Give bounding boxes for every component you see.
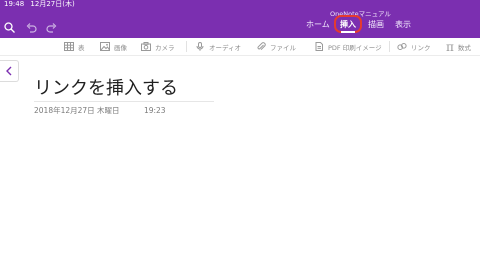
insert-camera-label: カメラ bbox=[155, 43, 175, 52]
camera-icon bbox=[141, 42, 151, 51]
insert-math-button[interactable]: π 数式 bbox=[446, 38, 471, 55]
back-button[interactable] bbox=[0, 60, 19, 82]
insert-image-button[interactable]: 画像 bbox=[100, 38, 127, 55]
page-date: 2018年12月27日 木曜日 bbox=[34, 106, 120, 115]
redo-icon[interactable] bbox=[46, 18, 57, 37]
status-date: 12月27日(木) bbox=[30, 0, 75, 8]
insert-math-label: 数式 bbox=[457, 43, 471, 52]
insert-file-label: ファイル bbox=[270, 43, 296, 52]
pi-icon: π bbox=[446, 39, 454, 54]
insert-audio-button[interactable]: オーディオ bbox=[195, 38, 241, 55]
page-title[interactable]: リンクを挿入する bbox=[34, 74, 178, 100]
document-icon bbox=[315, 42, 323, 51]
tab-home[interactable]: ホーム bbox=[306, 19, 330, 30]
table-icon bbox=[64, 42, 74, 51]
status-time: 19:48 bbox=[4, 0, 25, 8]
image-icon bbox=[100, 42, 110, 51]
chevron-left-icon bbox=[6, 66, 12, 76]
insert-table-label: 表 bbox=[78, 43, 85, 52]
search-icon[interactable] bbox=[4, 18, 15, 37]
toolbar-divider bbox=[389, 41, 390, 52]
insert-pdf-printout-button[interactable]: PDF 印刷イメージ bbox=[314, 38, 382, 55]
insert-link-label: リンク bbox=[411, 43, 431, 52]
insert-table-button[interactable]: 表 bbox=[64, 38, 85, 55]
insert-link-button[interactable]: リンク bbox=[397, 38, 431, 55]
title-divider bbox=[34, 101, 214, 102]
insert-camera-button[interactable]: カメラ bbox=[141, 38, 175, 55]
page-timestamp: 2018年12月27日 木曜日 19:23 bbox=[34, 105, 166, 116]
insert-image-label: 画像 bbox=[114, 43, 127, 52]
undo-icon[interactable] bbox=[26, 18, 37, 37]
tab-draw[interactable]: 描画 bbox=[368, 19, 384, 30]
tab-view[interactable]: 表示 bbox=[395, 19, 411, 30]
paperclip-icon bbox=[257, 42, 266, 51]
link-icon bbox=[397, 43, 407, 50]
toolbar-divider bbox=[186, 41, 187, 52]
insert-audio-label: オーディオ bbox=[209, 43, 242, 52]
top-app-bar: 19:48 12月27日(木) OneNoteマニュアル ホーム 挿入 描画 表… bbox=[0, 0, 480, 38]
page-time: 19:23 bbox=[143, 106, 166, 115]
status-bar: 19:48 12月27日(木) bbox=[4, 0, 75, 8]
microphone-icon bbox=[196, 42, 204, 51]
tab-insert[interactable]: 挿入 bbox=[340, 19, 356, 30]
insert-pdf-printout-label: PDF 印刷イメージ bbox=[328, 43, 382, 52]
insert-file-button[interactable]: ファイル bbox=[256, 38, 296, 55]
insert-toolbar: 表 画像 カメラ オーディオ ファイル PDF 印刷イメージ リンク π 数式 bbox=[0, 38, 480, 56]
active-tab-indicator bbox=[341, 31, 355, 33]
